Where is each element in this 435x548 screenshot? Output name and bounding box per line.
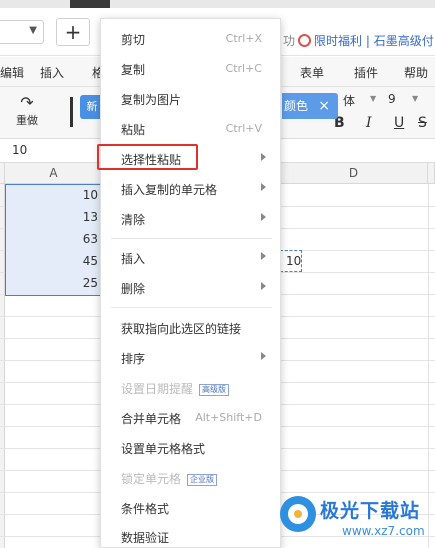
chevron-right-icon <box>261 252 266 260</box>
chevron-right-icon <box>261 352 266 360</box>
menu-item-label: 插入复制的单元格 <box>121 183 218 197</box>
menu-item-label: 删除 <box>121 282 146 296</box>
underline-button[interactable]: U <box>394 115 404 131</box>
title-strip <box>0 0 435 8</box>
tooltip-banner: 颜色 × <box>282 93 338 119</box>
promo-text: 限时福利 | 石墨高级付 <box>314 34 434 48</box>
menu-item-insert-copied-cells[interactable]: 插入复制的单元格 <box>101 176 282 202</box>
cell-a5[interactable]: 25 <box>5 276 98 290</box>
menu-item-label: 粘贴 <box>121 123 146 137</box>
font-size-select[interactable]: 9 <box>388 92 396 106</box>
promo-prefix: 功 <box>283 34 296 48</box>
menu-item-label: 剪切 <box>121 33 146 47</box>
menu-form[interactable]: 表单 <box>300 64 324 81</box>
cell-a3[interactable]: 63 <box>5 232 98 246</box>
shortcut-label: Ctrl+X <box>225 32 262 45</box>
highlight-box <box>97 144 198 170</box>
menu-help[interactable]: 帮助 <box>404 64 428 81</box>
menu-edit[interactable]: 编辑 <box>0 64 24 81</box>
active-tab-indicator[interactable] <box>70 0 110 8</box>
shortcut-label: Ctrl+V <box>225 122 262 135</box>
menu-item-label: 合并单元格 <box>121 412 182 426</box>
dropdown-selector[interactable]: ▼ <box>0 20 44 44</box>
menu-item-text: 锁定单元格 <box>121 472 182 486</box>
menu-item-conditional-format[interactable]: 条件格式 <box>101 495 282 521</box>
menu-item-label: 插入 <box>121 252 146 266</box>
chevron-right-icon <box>261 183 266 191</box>
italic-button[interactable]: I <box>366 115 372 131</box>
menu-item-delete[interactable]: 删除 <box>101 275 282 301</box>
menu-item-sort[interactable]: 排序 <box>101 345 282 371</box>
menu-item-label: 设置日期提醒 高级版 <box>121 380 230 397</box>
formula-value: 10 <box>12 143 28 157</box>
redo-icon: ↷ <box>20 93 34 112</box>
format-painter-icon[interactable] <box>70 97 78 127</box>
watermark: 极光下载站 www.xz7.com <box>278 490 435 548</box>
chevron-right-icon <box>261 282 266 290</box>
cell-a2[interactable]: 13 <box>5 210 98 224</box>
menu-item-copy-as-image[interactable]: 复制为图片 <box>101 86 282 112</box>
enterprise-badge: 企业版 <box>187 474 218 486</box>
chevron-right-icon <box>261 153 266 161</box>
chevron-down-icon: ▼ <box>412 94 419 103</box>
add-button[interactable]: + <box>56 18 90 46</box>
column-header-d[interactable]: D <box>280 163 428 184</box>
column-header-e[interactable] <box>428 163 435 184</box>
menu-separator <box>111 238 272 239</box>
menu-item-label: 获取指向此选区的链接 <box>121 322 242 336</box>
menu-item-lock-cells[interactable]: 锁定单元格 企业版 <box>101 465 282 491</box>
menu-item-data-validation[interactable]: 数据验证 <box>101 524 282 548</box>
watermark-url: www.xz7.com <box>342 524 425 538</box>
menu-item-format-cells[interactable]: 设置单元格格式 <box>101 435 282 461</box>
menu-item-label: 锁定单元格 企业版 <box>121 470 218 487</box>
shortcut-label: Ctrl+C <box>225 62 262 75</box>
menu-item-insert[interactable]: 插入 <box>101 245 282 271</box>
menu-separator <box>111 307 272 308</box>
menu-item-label: 清除 <box>121 213 146 227</box>
chevron-down-icon: ▼ <box>370 94 377 103</box>
menu-item-label: 复制为图片 <box>121 93 182 107</box>
cell-a4[interactable]: 45 <box>5 254 98 268</box>
redo-label: 重做 <box>16 114 38 127</box>
font-family-select[interactable]: 体 <box>343 92 355 109</box>
premium-badge: 高级版 <box>199 384 230 396</box>
menu-insert[interactable]: 插入 <box>40 64 64 81</box>
menu-item-text: 设置日期提醒 <box>121 382 194 396</box>
chevron-down-icon: ▼ <box>29 25 37 36</box>
tooltip-text: 颜色 <box>284 99 309 113</box>
chevron-right-icon <box>261 213 266 221</box>
menu-item-label: 条件格式 <box>121 502 170 516</box>
menu-item-cut[interactable]: 剪切 Ctrl+X <box>101 26 282 52</box>
menu-item-paste[interactable]: 粘贴 Ctrl+V <box>101 116 282 142</box>
promo-link[interactable]: 功 限时福利 | 石墨高级付 <box>283 32 434 49</box>
menu-plugins[interactable]: 插件 <box>354 64 378 81</box>
cell-a1[interactable]: 10 <box>5 188 98 202</box>
clock-icon <box>298 34 312 47</box>
menu-item-paste-special[interactable]: 选择性粘贴 <box>97 144 282 172</box>
menu-item-label: 数据验证 <box>121 531 170 545</box>
watermark-title: 极光下载站 <box>320 500 421 522</box>
menu-item-label: 复制 <box>121 63 146 77</box>
menu-item-label: 排序 <box>121 352 146 366</box>
shortcut-label: Alt+Shift+D <box>195 411 262 424</box>
column-header-a[interactable]: A <box>5 163 103 184</box>
menu-item-label: 设置单元格格式 <box>121 442 206 456</box>
menu-item-get-link[interactable]: 获取指向此选区的链接 <box>101 315 282 341</box>
menu-item-clear[interactable]: 清除 <box>101 206 282 232</box>
context-menu: 剪切 Ctrl+X 复制 Ctrl+C 复制为图片 粘贴 Ctrl+V 选择性粘… <box>97 18 282 548</box>
watermark-logo-icon <box>280 496 316 532</box>
menu-item-copy[interactable]: 复制 Ctrl+C <box>101 56 282 82</box>
menu-item-merge-cells[interactable]: 合并单元格 Alt+Shift+D <box>101 405 282 431</box>
menu-item-date-reminder[interactable]: 设置日期提醒 高级版 <box>101 375 282 401</box>
close-icon[interactable]: × <box>318 93 330 119</box>
strikethrough-button[interactable]: S <box>418 115 427 131</box>
copy-target-cell[interactable]: 10 <box>280 250 302 272</box>
redo-button[interactable]: ↷ 重做 <box>12 93 42 128</box>
